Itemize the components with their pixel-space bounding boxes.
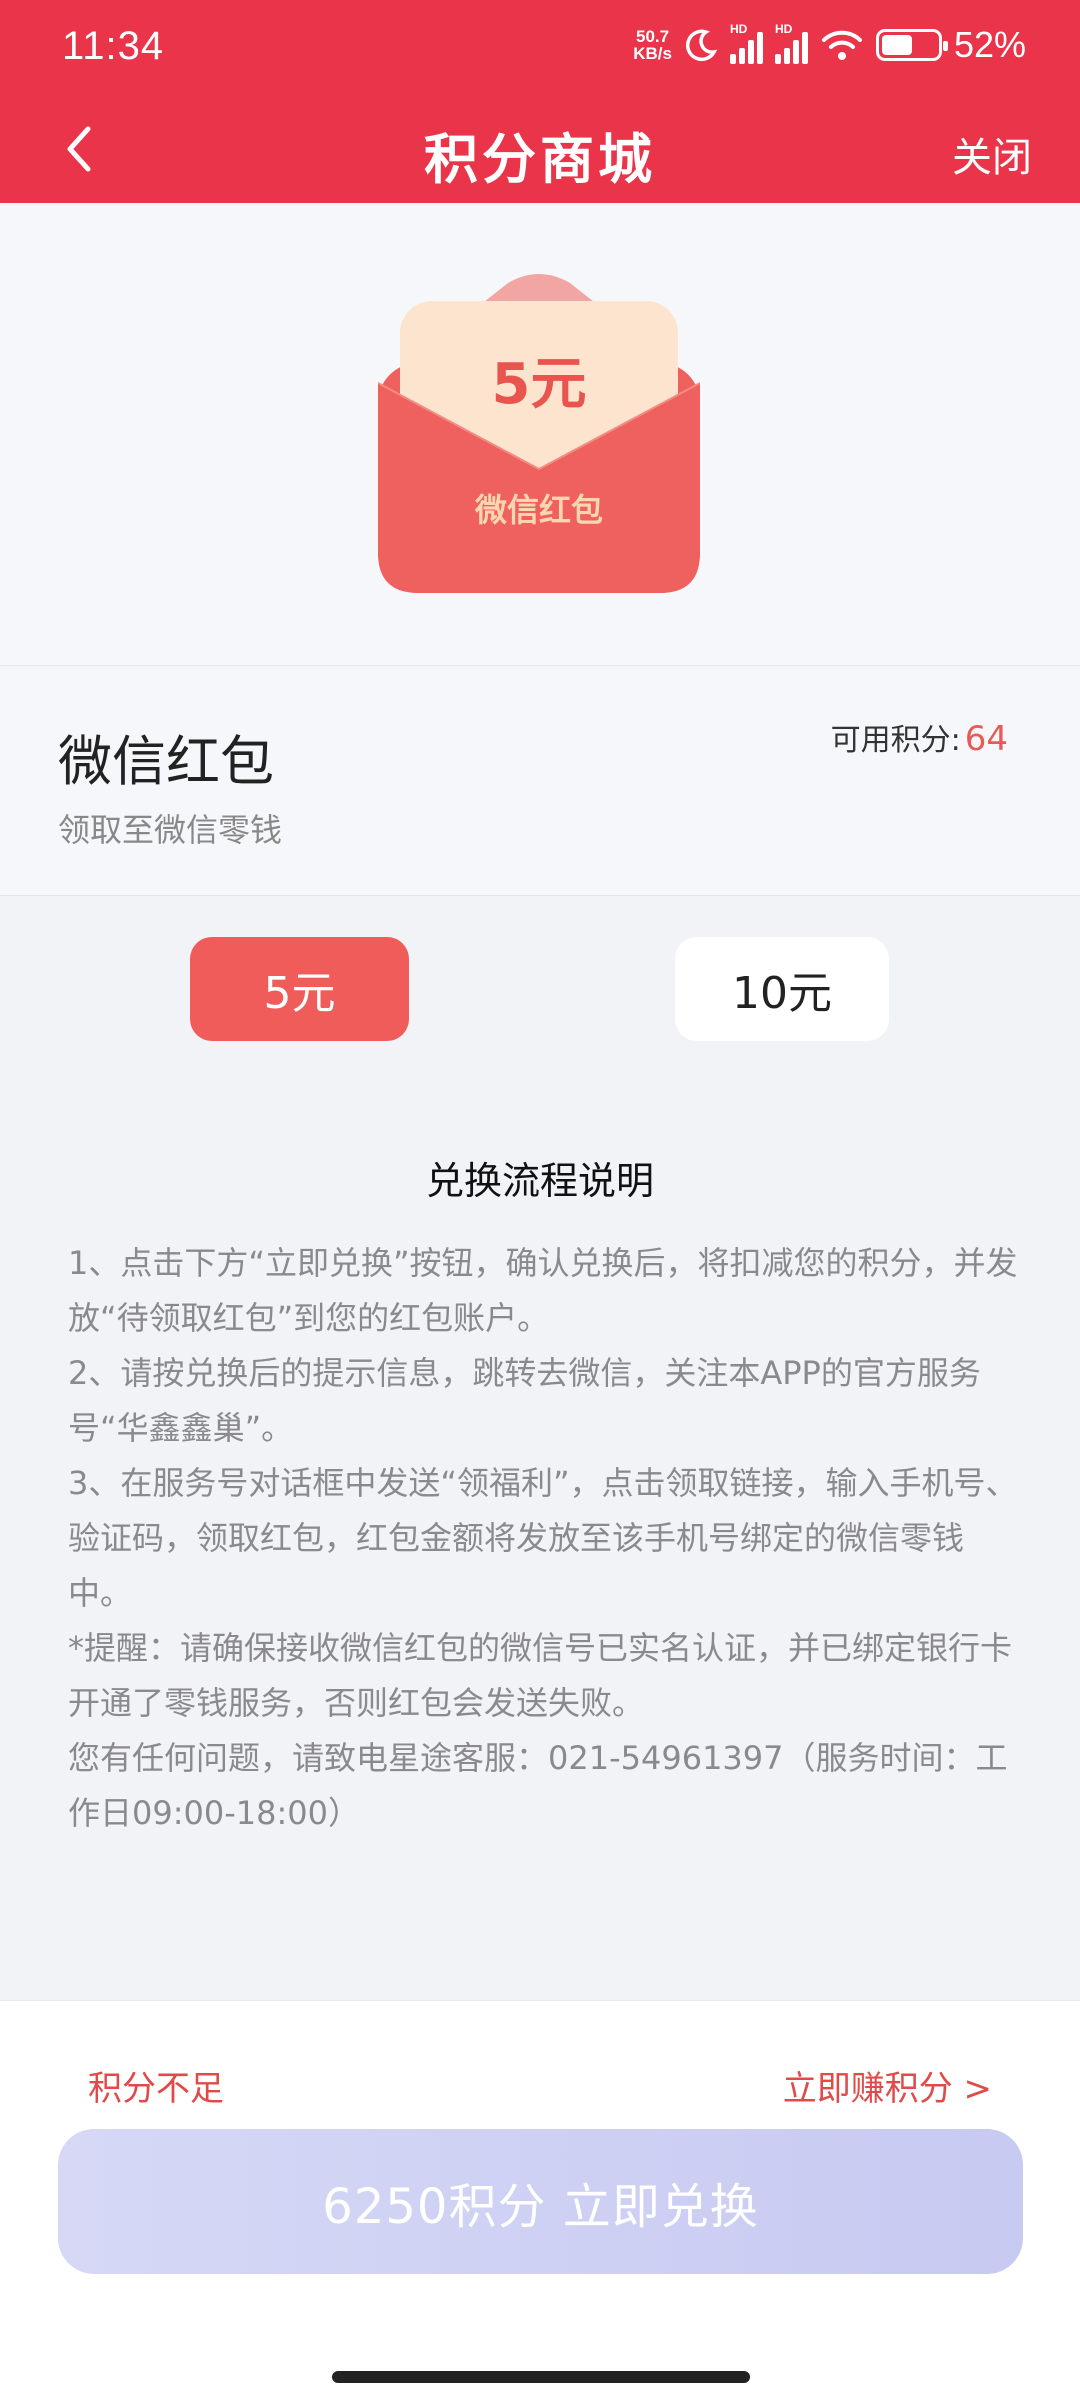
network-speed: 50.7 KB/s [633, 27, 672, 63]
points-value: 64 [964, 719, 1008, 759]
instruction-line: *提醒：请确保接收微信红包的微信号已实名认证，并已绑定银行卡开通了零钱服务，否则… [68, 1629, 1013, 1722]
battery-icon [875, 29, 948, 61]
insufficient-points-label: 积分不足 [88, 2069, 224, 2109]
product-subtitle: 领取至微信零钱 [58, 811, 283, 849]
instruction-line: 您有任何问题，请致电星途客服：021-54961397（服务时间：工作日09:0… [68, 1739, 1008, 1832]
red-envelope-image: 5元 微信红包 [378, 274, 700, 593]
signal-icon-2: HD [774, 22, 808, 64]
signal-icon: HD [729, 22, 763, 64]
instruction-line: 3、在服务号对话框中发送“领福利”，点击领取链接，输入手机号、验证码，领取红包，… [68, 1464, 1018, 1612]
envelope-label: 微信红包 [474, 491, 603, 529]
option-5-yuan[interactable]: 5元 [190, 937, 409, 1041]
status-time: 11:34 [62, 24, 165, 68]
product-image-area: 5元 微信红包 [0, 203, 1080, 666]
nav-bar: 积分商城 关闭 [0, 95, 1080, 203]
option-10-yuan[interactable]: 10元 [675, 937, 889, 1041]
app-header: 11:34 50.7 KB/s HD HD 52% 积分商城 关闭 [0, 0, 1080, 203]
battery-percent: 52% [953, 24, 1026, 65]
redeem-button[interactable]: 6250积分 立即兑换 [58, 2129, 1023, 2274]
status-bar: 11:34 50.7 KB/s HD HD 52% [0, 0, 1080, 95]
moon-icon [685, 29, 718, 62]
available-points: 可用积分: 64 [830, 719, 1008, 759]
envelope-amount: 5元 [492, 352, 587, 417]
close-button[interactable]: 关闭 [952, 125, 1032, 183]
redeem-panel: 积分不足 立即赚积分 > 6250积分 立即兑换 [0, 2000, 1080, 2400]
earn-points-link[interactable]: 立即赚积分 > [783, 2061, 992, 2110]
product-title: 微信红包 [58, 730, 274, 793]
instruction-line: 1、点击下方“立即兑换”按钮，确认兑换后，将扣减您的积分，并发放“待领取红包”到… [68, 1244, 1018, 1337]
status-icons: 50.7 KB/s HD HD 52% [633, 22, 1026, 66]
home-indicator[interactable] [332, 2371, 750, 2383]
instructions-body: 1、点击下方“立即兑换”按钮，确认兑换后，将扣减您的积分，并发放“待领取红包”到… [68, 1236, 1018, 1841]
instruction-line: 2、请按兑换后的提示信息，跳转去微信，关注本APP的官方服务号“华鑫鑫巢”。 [68, 1354, 981, 1447]
page-title: 积分商城 [424, 128, 656, 191]
instructions-title: 兑换流程说明 [425, 1159, 654, 1203]
product-info: 微信红包 领取至微信零钱 可用积分: 64 [0, 667, 1080, 896]
wifi-icon [821, 30, 862, 60]
